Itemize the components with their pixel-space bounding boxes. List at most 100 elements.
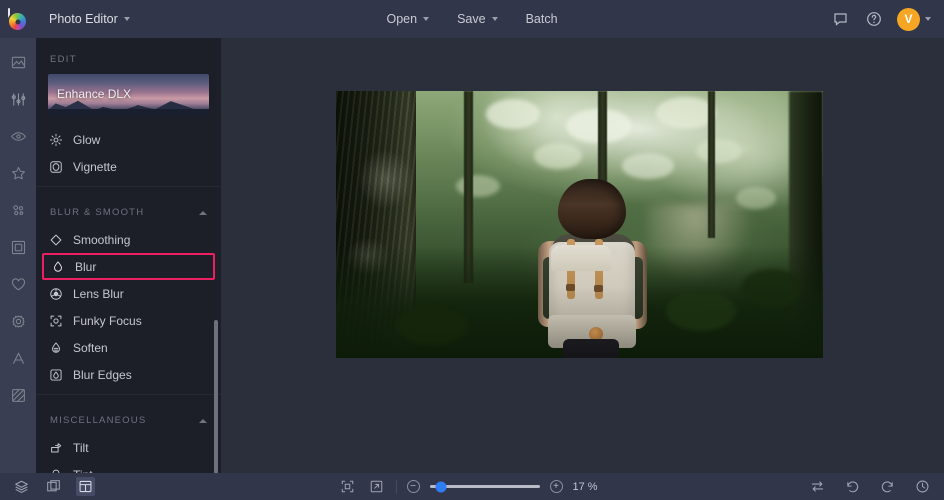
effect-item-glow[interactable]: Glow: [36, 126, 221, 153]
save-button[interactable]: Save: [446, 7, 509, 31]
batch-button[interactable]: Batch: [515, 7, 569, 31]
color-wheel-logo-icon: [9, 13, 26, 30]
droplet-square-icon: [48, 367, 63, 382]
effect-item-smoothing[interactable]: Smoothing: [36, 226, 221, 253]
effect-item-label: Glow: [73, 133, 100, 147]
effect-item-label: Lens Blur: [73, 287, 124, 301]
undo-button[interactable]: [843, 477, 862, 496]
effect-item-label: Tilt: [73, 441, 89, 455]
photo-subject-hiker: [529, 179, 655, 358]
panel-scrollbar[interactable]: [214, 320, 218, 473]
bottom-bar: − + 17 %: [0, 473, 944, 500]
sun-burst-icon: [48, 132, 63, 147]
effect-item-label: Blur: [75, 260, 96, 274]
section-header-blur-smooth[interactable]: BLUR & SMOOTH: [36, 193, 221, 226]
zoom-slider-track: [430, 485, 540, 488]
effect-item-tint[interactable]: Tint: [36, 461, 221, 473]
canvas-area[interactable]: [221, 38, 944, 473]
section-header-miscellaneous[interactable]: MISCELLANEOUS: [36, 401, 221, 434]
sidebar-tool-retouch[interactable]: [3, 122, 33, 150]
app-title-label: Photo Editor: [49, 12, 118, 26]
fit-to-screen-button[interactable]: [338, 477, 357, 496]
open-button-label: Open: [386, 12, 417, 26]
chevron-down-icon: [423, 17, 429, 21]
help-circle-icon[interactable]: [864, 9, 884, 29]
chevron-down-icon: [492, 17, 498, 21]
chevron-up-icon: [199, 419, 207, 423]
photo-tree-thin: [708, 91, 715, 238]
effect-item-funky-focus[interactable]: Funky Focus: [36, 307, 221, 334]
bottom-bar-left: [12, 477, 95, 496]
avatar: V: [897, 8, 920, 31]
top-bar-right-actions: V: [831, 8, 944, 31]
droplet-lines-icon: [48, 340, 63, 355]
batch-button-label: Batch: [526, 12, 558, 26]
sidebar-tool-effects[interactable]: [3, 159, 33, 187]
edited-photo[interactable]: [336, 91, 823, 358]
effect-item-label: Smoothing: [73, 233, 130, 247]
subject-hair: [558, 179, 626, 239]
edit-panel-header: EDIT: [36, 38, 221, 74]
section-title: MISCELLANEOUS: [50, 415, 146, 426]
diamond-icon: [48, 232, 63, 247]
top-bar-center-actions: Open Save Batch: [0, 0, 944, 38]
effect-item-tilt[interactable]: Tilt: [36, 434, 221, 461]
history-button[interactable]: [913, 477, 932, 496]
aperture-icon: [48, 286, 63, 301]
effect-item-label: Blur Edges: [73, 368, 132, 382]
save-button-label: Save: [457, 12, 486, 26]
panel-layout-button[interactable]: [76, 477, 95, 496]
effect-item-vignette[interactable]: Vignette: [36, 153, 221, 180]
enhance-dlx-banner[interactable]: Enhance DLX: [48, 74, 209, 116]
zoom-out-button[interactable]: −: [407, 480, 420, 493]
enhance-dlx-banner-label: Enhance DLX: [57, 87, 131, 101]
sidebar-tool-frames[interactable]: [3, 233, 33, 261]
sidebar-tool-text[interactable]: [3, 344, 33, 372]
effect-item-blur-edges[interactable]: Blur Edges: [36, 361, 221, 388]
tilt-icon: [48, 440, 63, 455]
effect-item-label: Vignette: [73, 160, 117, 174]
zoom-controls: − + 17 %: [0, 477, 944, 496]
chevron-down-icon: [925, 17, 931, 21]
zoom-level-value: 17 %: [573, 481, 607, 493]
compare-button[interactable]: [44, 477, 63, 496]
toggle-before-after-button[interactable]: [808, 477, 827, 496]
sidebar-tool-adjust[interactable]: [3, 85, 33, 113]
panel-divider: [36, 394, 221, 395]
effect-item-soften[interactable]: Soften: [36, 334, 221, 361]
vignette-square-icon: [48, 159, 63, 174]
redo-button[interactable]: [878, 477, 897, 496]
zoom-in-button[interactable]: +: [550, 480, 563, 493]
effect-item-lens-blur[interactable]: Lens Blur: [36, 280, 221, 307]
chevron-down-icon: [124, 17, 130, 21]
zoom-slider[interactable]: [430, 480, 540, 493]
edit-panel: EDIT Enhance DLX: [36, 38, 221, 473]
sidebar-tool-favorites[interactable]: [3, 270, 33, 298]
app-logo[interactable]: [0, 0, 36, 38]
app-title-menu[interactable]: Photo Editor: [40, 8, 139, 30]
open-button[interactable]: Open: [375, 7, 440, 31]
toolbar-separator: [396, 480, 397, 494]
droplet-icon: [50, 259, 65, 274]
edit-panel-scroll-area: EDIT Enhance DLX: [36, 38, 221, 473]
effect-item-blur[interactable]: Blur: [42, 253, 215, 280]
layers-button[interactable]: [12, 477, 31, 496]
effect-item-label: Soften: [73, 341, 108, 355]
subject-legs: [563, 339, 619, 358]
app-body: EDIT Enhance DLX: [0, 38, 944, 473]
sidebar-tool-image[interactable]: [3, 48, 33, 76]
zoom-slider-handle[interactable]: [435, 481, 446, 492]
sidebar-tool-texture[interactable]: [3, 381, 33, 409]
chevron-up-icon: [199, 211, 207, 215]
chat-bubble-icon[interactable]: [831, 9, 851, 29]
top-bar: Photo Editor Open Save Batch: [0, 0, 944, 38]
user-menu[interactable]: V: [897, 8, 931, 31]
focus-brackets-icon: [48, 313, 63, 328]
sidebar-tool-light[interactable]: [3, 307, 33, 335]
bottom-bar-right: [808, 477, 932, 496]
backpack-flap: [551, 245, 611, 271]
enhance-dlx-banner-wrap: Enhance DLX: [36, 74, 221, 126]
sidebar-tool-overlays[interactable]: [3, 196, 33, 224]
expand-button[interactable]: [367, 477, 386, 496]
tool-rail: [0, 38, 36, 473]
